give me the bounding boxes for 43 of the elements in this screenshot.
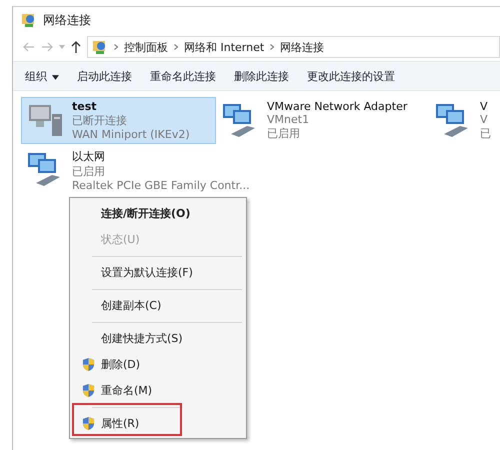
connection-detail: 已断开连接 bbox=[72, 113, 128, 128]
caret-icon[interactable] bbox=[59, 45, 65, 49]
menu-item[interactable]: 连接/断开连接(O) bbox=[72, 200, 244, 226]
connection-item[interactable]: test 已断开连接 WAN Miniport (IKEv2) bbox=[21, 97, 216, 144]
chevron-icon bbox=[174, 44, 178, 50]
connection-detail: WAN Miniport (IKEv2) bbox=[72, 128, 190, 141]
breadcrumb-item[interactable]: 控制面板 bbox=[124, 40, 168, 54]
connection-detail: 已 bbox=[480, 126, 491, 141]
address-bar[interactable]: 控制面板 网络和 Internet 网络连接 bbox=[87, 36, 500, 58]
toolbar-button[interactable]: 启动此连接 bbox=[73, 66, 136, 86]
chevron-icon bbox=[270, 44, 274, 50]
connection-item[interactable]: V V 已 bbox=[429, 97, 496, 144]
toolbar-button[interactable]: 重命名此连接 bbox=[146, 66, 220, 86]
connection-item[interactable]: VMware Network Adapter VMnet1 已启用 bbox=[216, 97, 421, 144]
network-folder-icon bbox=[21, 12, 37, 28]
menu-item[interactable]: 属性(R) bbox=[72, 403, 182, 436]
connection-detail: Realtek PCIe GBE Family Contr... bbox=[72, 179, 250, 192]
connection-detail: V bbox=[480, 113, 489, 126]
breadcrumb-item[interactable]: 网络连接 bbox=[280, 40, 324, 54]
connection-name: V bbox=[480, 100, 489, 113]
forward-arrow-icon[interactable] bbox=[41, 42, 53, 52]
breadcrumb-item[interactable]: 网络和 Internet bbox=[184, 40, 264, 54]
toolbar-button[interactable]: 组织 bbox=[21, 66, 63, 86]
control-panel-icon bbox=[92, 39, 108, 55]
connection-name: test bbox=[72, 100, 98, 113]
chevron-icon bbox=[114, 44, 118, 50]
toolbar-button[interactable]: 删除此连接 bbox=[230, 66, 293, 86]
up-arrow-icon[interactable] bbox=[71, 41, 81, 53]
shield-icon bbox=[82, 356, 95, 372]
connection-item[interactable]: 以太网 已启用 Realtek PCIe GBE Family Contr... bbox=[21, 146, 255, 195]
window-title: 网络连接 bbox=[43, 12, 91, 28]
menu-item[interactable]: 重命名(M) bbox=[72, 377, 244, 403]
back-arrow-icon[interactable] bbox=[23, 42, 35, 52]
connection-detail: VMnet1 bbox=[267, 113, 310, 126]
connection-name: VMware Network Adapter bbox=[267, 100, 408, 113]
toolbar-button[interactable]: 更改此连接的设置 bbox=[303, 66, 399, 86]
connection-name: 以太网 bbox=[72, 149, 106, 164]
menu-item[interactable]: 删除(D) bbox=[72, 351, 244, 377]
shield-icon bbox=[82, 382, 95, 398]
connection-detail: 已启用 bbox=[267, 126, 301, 141]
shield-icon bbox=[82, 416, 95, 430]
connection-detail: 已启用 bbox=[72, 164, 106, 179]
caret-icon bbox=[52, 74, 59, 80]
